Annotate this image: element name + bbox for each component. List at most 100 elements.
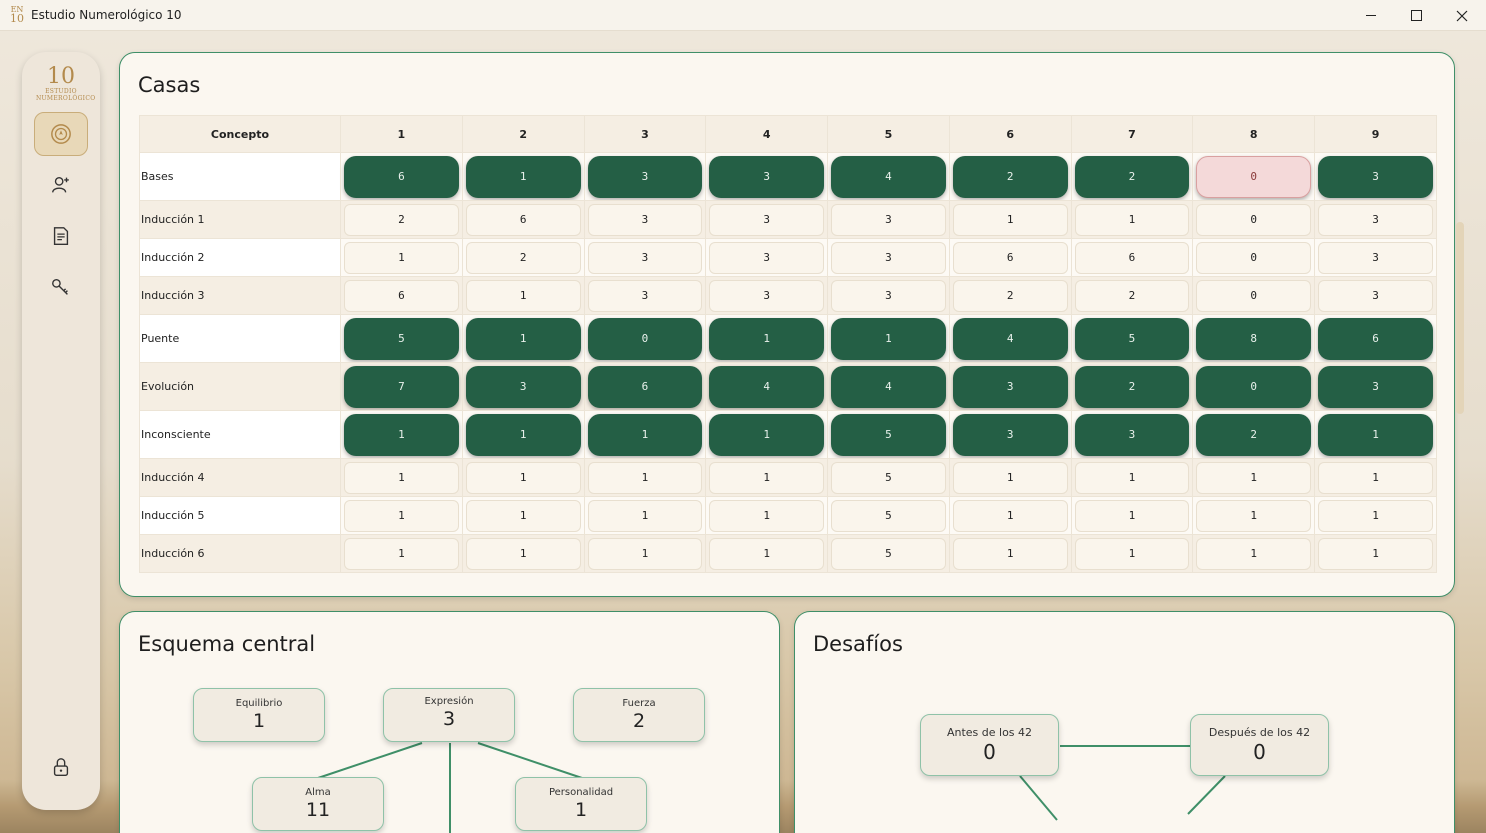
value-pill[interactable]: 1 (709, 413, 825, 456)
value-pill[interactable]: 6 (587, 365, 703, 408)
value-box[interactable]: 3 (831, 279, 946, 312)
value-pill[interactable]: 3 (1074, 413, 1190, 456)
value-pill[interactable]: 3 (465, 365, 581, 408)
nav-document-button[interactable] (34, 214, 88, 258)
value-box[interactable]: 2 (952, 279, 1068, 312)
value-box[interactable]: 0 (1196, 241, 1312, 274)
value-box[interactable]: 2 (344, 203, 459, 236)
value-box[interactable]: 1 (952, 203, 1068, 236)
casas-table-container[interactable]: Concepto 1 2 3 4 5 6 7 8 9 Bases 6 1 3 3 4 2 2 0 3 Inducció… (139, 115, 1437, 578)
value-pill[interactable]: 1 (465, 317, 581, 360)
value-pill[interactable]: 1 (1318, 413, 1433, 456)
value-box[interactable]: 2 (1074, 279, 1190, 312)
value-box[interactable]: 1 (1074, 537, 1190, 570)
value-pill[interactable]: 3 (952, 413, 1068, 456)
value-pill[interactable]: 8 (1196, 317, 1312, 360)
value-box[interactable]: 1 (587, 499, 703, 532)
value-box[interactable]: 3 (1318, 241, 1433, 274)
close-button[interactable] (1439, 0, 1485, 31)
value-box[interactable]: 1 (709, 499, 825, 532)
value-pill[interactable]: 1 (465, 155, 581, 198)
value-box[interactable]: 5 (831, 461, 946, 494)
nav-compass-button[interactable] (34, 112, 88, 156)
value-pill[interactable]: 3 (952, 365, 1068, 408)
value-box[interactable]: 1 (344, 537, 459, 570)
value-pill[interactable]: 4 (831, 365, 946, 408)
value-box[interactable]: 1 (952, 499, 1068, 532)
value-pill[interactable]: 6 (344, 155, 459, 198)
lock-button[interactable] (34, 745, 88, 789)
value-pill[interactable]: 5 (344, 317, 459, 360)
value-pill[interactable]: 4 (831, 155, 946, 198)
value-box[interactable]: 1 (952, 461, 1068, 494)
value-box[interactable]: 5 (831, 499, 946, 532)
value-box[interactable]: 1 (709, 537, 825, 570)
value-box[interactable]: 3 (587, 241, 703, 274)
value-box[interactable]: 1 (1196, 461, 1312, 494)
value-box[interactable]: 3 (709, 279, 825, 312)
value-box[interactable]: 6 (344, 279, 459, 312)
value-pill[interactable]: 4 (709, 365, 825, 408)
value-box[interactable]: 0 (1196, 279, 1312, 312)
value-pill[interactable]: 3 (587, 155, 703, 198)
value-pill[interactable]: 7 (344, 365, 459, 408)
value-box[interactable]: 1 (344, 241, 459, 274)
value-pill[interactable]: 4 (952, 317, 1068, 360)
value-box[interactable]: 1 (587, 537, 703, 570)
value-pill[interactable]: 3 (709, 155, 825, 198)
value-box[interactable]: 1 (1074, 461, 1190, 494)
value-pill[interactable]: 5 (831, 413, 946, 456)
maximize-button[interactable] (1393, 0, 1439, 31)
value-pill[interactable]: 2 (1196, 413, 1312, 456)
value-box[interactable]: 0 (1196, 203, 1312, 236)
value-box[interactable]: 1 (1196, 499, 1312, 532)
value-box[interactable]: 3 (587, 203, 703, 236)
value-box[interactable]: 6 (1074, 241, 1190, 274)
value-box[interactable]: 6 (952, 241, 1068, 274)
value-box[interactable]: 1 (465, 461, 581, 494)
value-box[interactable]: 1 (587, 461, 703, 494)
value-pill[interactable]: 2 (1074, 155, 1190, 198)
value-box[interactable]: 1 (1074, 499, 1190, 532)
value-box[interactable]: 1 (1074, 203, 1190, 236)
value-box[interactable]: 1 (1318, 461, 1433, 494)
page-scrollbar[interactable] (1456, 222, 1464, 414)
value-pill[interactable]: 3 (1318, 155, 1433, 198)
value-pill[interactable]: 1 (831, 317, 946, 360)
value-pill[interactable]: 1 (587, 413, 703, 456)
value-box[interactable]: 3 (709, 241, 825, 274)
value-box[interactable]: 1 (709, 461, 825, 494)
value-box[interactable]: 1 (465, 499, 581, 532)
value-box[interactable]: 5 (831, 537, 946, 570)
value-pill[interactable]: 0 (1196, 365, 1312, 408)
value-box[interactable]: 6 (465, 203, 581, 236)
value-box[interactable]: 1 (1318, 499, 1433, 532)
value-box[interactable]: 3 (709, 203, 825, 236)
value-box[interactable]: 1 (1318, 537, 1433, 570)
value-box[interactable]: 1 (465, 537, 581, 570)
value-pill[interactable]: 0 (1196, 155, 1312, 198)
value-box[interactable]: 3 (1318, 203, 1433, 236)
nav-key-button[interactable] (34, 265, 88, 309)
value-pill[interactable]: 5 (1074, 317, 1190, 360)
value-pill[interactable]: 2 (1074, 365, 1190, 408)
value-pill[interactable]: 6 (1318, 317, 1433, 360)
value-box[interactable]: 1 (344, 499, 459, 532)
value-box[interactable]: 3 (1318, 279, 1433, 312)
value-pill[interactable]: 1 (709, 317, 825, 360)
value-pill[interactable]: 1 (344, 413, 459, 456)
value-pill[interactable]: 0 (587, 317, 703, 360)
value-box[interactable]: 1 (1196, 537, 1312, 570)
value-box[interactable]: 1 (344, 461, 459, 494)
value-box[interactable]: 3 (831, 241, 946, 274)
value-box[interactable]: 3 (831, 203, 946, 236)
value-pill[interactable]: 3 (1318, 365, 1433, 408)
value-box[interactable]: 1 (465, 279, 581, 312)
nav-add-user-button[interactable] (34, 163, 88, 207)
value-pill[interactable]: 2 (952, 155, 1068, 198)
value-pill[interactable]: 1 (465, 413, 581, 456)
minimize-button[interactable] (1348, 0, 1394, 31)
value-box[interactable]: 2 (465, 241, 581, 274)
value-box[interactable]: 1 (952, 537, 1068, 570)
value-box[interactable]: 3 (587, 279, 703, 312)
